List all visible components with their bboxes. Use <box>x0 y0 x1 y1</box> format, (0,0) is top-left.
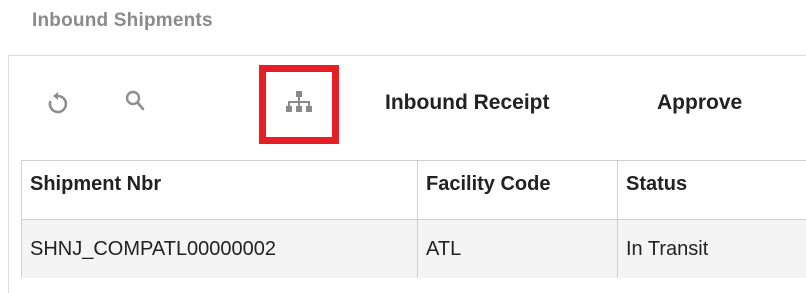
table-header-row: Shipment Nbr Facility Code Status <box>22 161 806 220</box>
page-title: Inbound Shipments <box>32 10 213 32</box>
hierarchy-button[interactable] <box>259 65 339 144</box>
hierarchy-icon <box>285 90 313 119</box>
column-header-status[interactable]: Status <box>618 161 806 220</box>
refresh-icon <box>45 91 71 122</box>
column-header-shipment-nbr[interactable]: Shipment Nbr <box>22 161 418 220</box>
cell-facility-code[interactable]: ATL <box>418 220 618 279</box>
refresh-button[interactable] <box>40 88 76 124</box>
table-row[interactable]: SHNJ_COMPATL00000002 ATL In Transit <box>22 220 806 279</box>
cell-status[interactable]: In Transit <box>618 220 806 279</box>
search-icon <box>122 88 150 121</box>
cell-shipment-nbr[interactable]: SHNJ_COMPATL00000002 <box>22 220 418 279</box>
search-button[interactable] <box>118 86 154 122</box>
shipments-table: Shipment Nbr Facility Code Status SHNJ_C… <box>21 160 806 278</box>
column-header-facility-code[interactable]: Facility Code <box>418 161 618 220</box>
inbound-receipt-button[interactable]: Inbound Receipt <box>385 91 550 115</box>
approve-button[interactable]: Approve <box>657 91 742 115</box>
